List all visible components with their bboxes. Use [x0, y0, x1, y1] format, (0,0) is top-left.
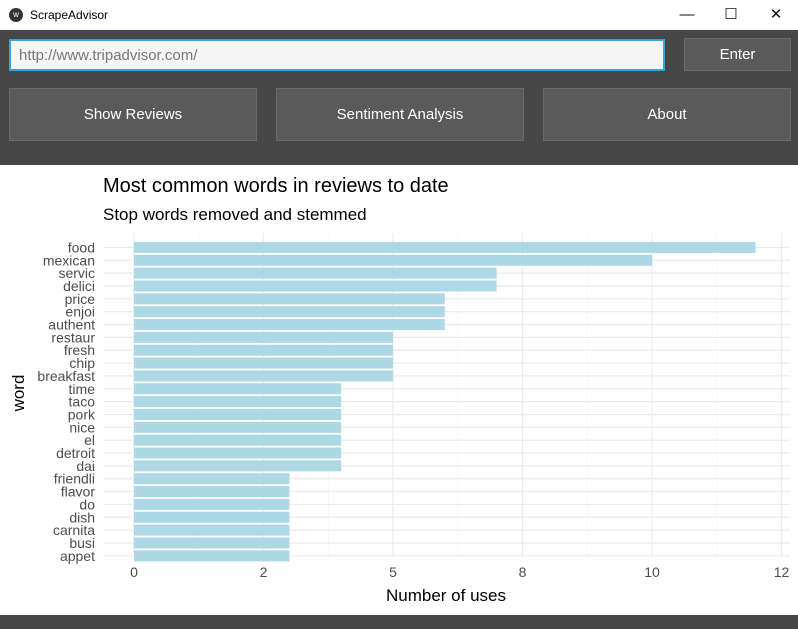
- bar-friendli: [134, 473, 290, 485]
- bar-delici: [134, 280, 497, 292]
- bar-appet: [134, 550, 290, 562]
- url-input[interactable]: [9, 39, 665, 71]
- y-tick-label: appet: [60, 548, 95, 564]
- bar-carnita: [134, 524, 290, 536]
- bar-dai: [134, 460, 342, 472]
- bar-flavor: [134, 486, 290, 498]
- bar-food: [134, 241, 756, 253]
- app-icon: w: [9, 8, 23, 22]
- chart-title: Most common words in reviews to date: [103, 175, 449, 197]
- x-axis-title: Number of uses: [386, 586, 506, 605]
- about-button[interactable]: About: [543, 88, 791, 141]
- minimize-button[interactable]: —: [664, 0, 710, 30]
- x-tick-label: 8: [519, 564, 527, 580]
- sentiment-analysis-button[interactable]: Sentiment Analysis: [276, 88, 524, 141]
- title-bar: w ScrapeAdvisor — ☐ ✕: [0, 0, 798, 30]
- x-tick-label: 2: [260, 564, 268, 580]
- word-frequency-chart: Most common words in reviews to date Sto…: [9, 175, 790, 605]
- chart-subtitle: Stop words removed and stemmed: [103, 205, 367, 224]
- bar-el: [134, 434, 342, 446]
- bar-price: [134, 293, 445, 305]
- bar-mexican: [134, 254, 652, 266]
- y-axis-title: word: [9, 375, 28, 413]
- bar-fresh: [134, 344, 393, 356]
- bar-enjoi: [134, 306, 445, 318]
- bar-restaur: [134, 331, 393, 343]
- bar-dish: [134, 511, 290, 523]
- x-tick-label: 12: [774, 564, 790, 580]
- status-bar: [0, 615, 798, 629]
- bar-taco: [134, 396, 342, 408]
- bar-authent: [134, 319, 445, 331]
- bar-detroit: [134, 447, 342, 459]
- bar-pork: [134, 408, 342, 420]
- bar-nice: [134, 421, 342, 433]
- bar-servic: [134, 267, 497, 279]
- bar-time: [134, 383, 342, 395]
- show-reviews-button[interactable]: Show Reviews: [9, 88, 257, 141]
- maximize-button[interactable]: ☐: [708, 0, 754, 30]
- bar-breakfast: [134, 370, 393, 382]
- bar-chip: [134, 357, 393, 369]
- close-button[interactable]: ✕: [753, 0, 798, 30]
- bar-busi: [134, 537, 290, 549]
- x-tick-label: 10: [644, 564, 660, 580]
- enter-button[interactable]: Enter: [684, 38, 791, 71]
- bar-do: [134, 498, 290, 510]
- app-title: ScrapeAdvisor: [30, 8, 109, 22]
- toolbar: Enter Show Reviews Sentiment Analysis Ab…: [0, 30, 798, 165]
- x-tick-label: 5: [389, 564, 397, 580]
- x-tick-label: 0: [130, 564, 138, 580]
